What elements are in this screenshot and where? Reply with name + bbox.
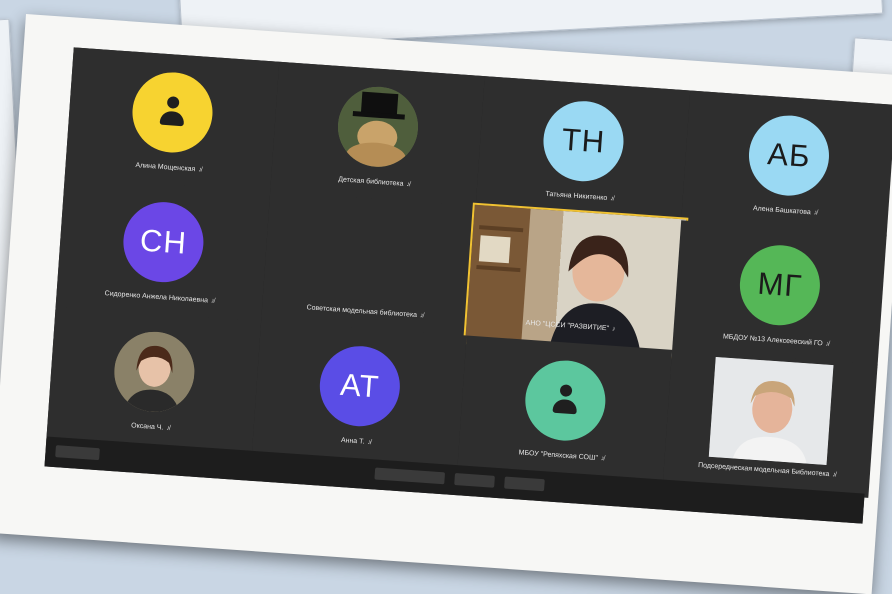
person-icon bbox=[552, 384, 578, 418]
mic-muted-icon: ♪̸ bbox=[600, 455, 605, 463]
participant-name: Татьяна Никитенко ♪̸ bbox=[545, 190, 614, 203]
participant-name: МБОУ "Репяхская СОШ" ♪̸ bbox=[518, 449, 605, 463]
mic-muted-icon: ♪̸ bbox=[813, 209, 818, 217]
avatar bbox=[129, 69, 216, 156]
participant-video bbox=[463, 202, 689, 360]
participant-tile[interactable]: Детская библиотека ♪̸ bbox=[269, 61, 485, 210]
participant-tile[interactable]: АБ Алена Башкатова ♪̸ bbox=[680, 90, 892, 239]
mic-icon: ♪ bbox=[611, 325, 616, 333]
participant-tile[interactable]: АТ Анна Т. ♪̸ bbox=[251, 321, 467, 470]
participant-tile[interactable]: ТН Татьяна Никитенко ♪̸ bbox=[475, 76, 691, 225]
participant-name: Подсереднеская модельная Библиотека ♪̸ bbox=[697, 461, 837, 479]
mic-muted-icon: ♪̸ bbox=[210, 297, 215, 305]
participant-video bbox=[708, 356, 834, 465]
avatar-initials: МГ bbox=[737, 242, 823, 328]
participant-tile[interactable]: Советская модельная библиотека ♪̸ bbox=[260, 191, 476, 340]
mic-muted-icon: ♪̸ bbox=[825, 340, 830, 348]
mic-muted-icon: ♪̸ bbox=[832, 471, 837, 479]
printed-photo: Алина Мощенская ♪̸ Детская библиотека ♪̸ Т… bbox=[0, 14, 892, 594]
person-icon bbox=[159, 96, 185, 130]
participant-name: Оксана Ч. ♪̸ bbox=[130, 422, 171, 433]
participant-tile[interactable]: СН Сидоренко Анжела Николаевна ♪̸ bbox=[55, 177, 271, 326]
participant-name: МБДОУ №13 Алексеевский ГО ♪̸ bbox=[722, 333, 830, 348]
avatar-photo bbox=[111, 329, 198, 415]
avatar-initials: ТН bbox=[540, 98, 627, 184]
webcam-video bbox=[708, 356, 834, 465]
participant-name: Алина Мощенская ♪̸ bbox=[135, 162, 203, 174]
participant-tile[interactable]: Оксана Ч. ♪̸ bbox=[46, 306, 262, 455]
mic-muted-icon: ♪̸ bbox=[166, 424, 171, 433]
participant-tile[interactable]: МГ МБДОУ №13 Алексеевский ГО ♪̸ bbox=[671, 220, 887, 369]
mic-muted-icon: ♪̸ bbox=[406, 180, 411, 189]
participant-name: Сидоренко Анжела Николаевна ♪̸ bbox=[104, 290, 215, 305]
participant-tile[interactable]: МБОУ "Репяхская СОШ" ♪̸ bbox=[457, 335, 673, 484]
cat-photo-icon bbox=[335, 84, 421, 170]
avatar-initials: СН bbox=[120, 199, 207, 285]
participant-tile[interactable]: Подсереднеская модельная Библиотека ♪̸ bbox=[662, 349, 878, 498]
video-conference-grid: Алина Мощенская ♪̸ Детская библиотека ♪̸ Т… bbox=[44, 47, 892, 524]
toolbar-button[interactable] bbox=[55, 445, 100, 461]
avatar-initials: АБ bbox=[746, 112, 832, 199]
toolbar-button[interactable] bbox=[454, 473, 495, 488]
person-photo-icon bbox=[111, 329, 198, 415]
participant-name: Советская модельная библиотека ♪̸ bbox=[306, 304, 424, 320]
avatar bbox=[522, 357, 609, 444]
mic-muted-icon: ♪̸ bbox=[609, 195, 614, 203]
participant-tile-active-speaker[interactable]: АНО "ЦССИ "РАЗВИТИЕ" ♪ bbox=[463, 202, 689, 360]
avatar-initials: АТ bbox=[317, 343, 403, 429]
participant-name: Алена Башкатова ♪̸ bbox=[752, 205, 818, 217]
participant-tile[interactable]: Алина Мощенская ♪̸ bbox=[64, 47, 280, 196]
toolbar-button[interactable] bbox=[504, 476, 545, 492]
mic-muted-icon: ♪̸ bbox=[367, 438, 372, 447]
participant-name: Анна Т. ♪̸ bbox=[340, 437, 372, 447]
avatar-photo bbox=[335, 84, 421, 170]
mic-muted-icon: ♪̸ bbox=[419, 312, 424, 320]
mic-muted-icon: ♪̸ bbox=[198, 166, 203, 174]
toolbar-button[interactable] bbox=[374, 467, 446, 485]
participant-name: Детская библиотека ♪̸ bbox=[338, 176, 411, 189]
